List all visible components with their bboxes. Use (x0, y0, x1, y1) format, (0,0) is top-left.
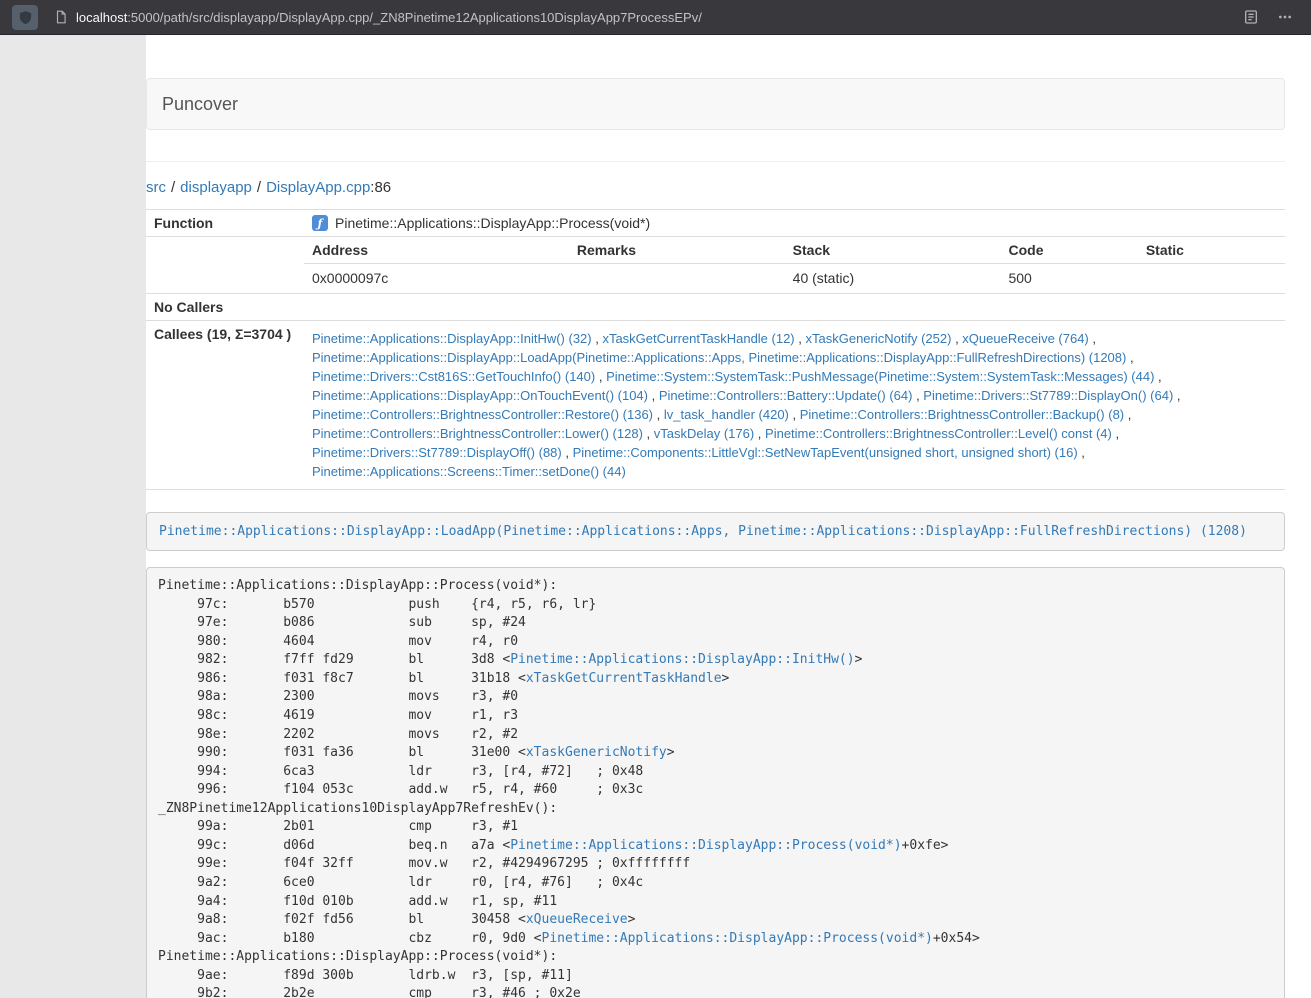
reader-view-icon (1243, 9, 1259, 25)
toolbar-actions (1243, 9, 1299, 25)
stats-value-remarks (569, 264, 785, 294)
callees-row: Callees (19, Σ=3704 ) Pinetime::Applicat… (146, 321, 1285, 490)
callee-link[interactable]: Pinetime::Applications::Screens::Timer::… (312, 464, 626, 479)
stats-table: Address Remarks Stack Code Static 0x0000… (304, 237, 1285, 293)
breadcrumb: src / displayapp / DisplayApp.cpp:86 (146, 179, 1285, 196)
browser-toolbar: localhost:5000/path/src/displayapp/Displ… (0, 0, 1311, 35)
breadcrumb-link-src[interactable]: src (146, 179, 166, 196)
breadcrumb-link-file[interactable]: DisplayApp.cpp (266, 179, 370, 196)
stats-header-stack: Stack (785, 237, 1001, 264)
stats-header-static: Static (1138, 237, 1285, 264)
breadcrumb-separator: / (171, 179, 175, 196)
stats-header-code: Code (1000, 237, 1137, 264)
callee-link[interactable]: Pinetime::System::SystemTask::PushMessag… (606, 369, 1154, 384)
stats-header-address: Address (304, 237, 569, 264)
callee-link[interactable]: Pinetime::Applications::DisplayApp::Init… (312, 331, 592, 346)
callee-link[interactable]: Pinetime::Controllers::BrightnessControl… (800, 407, 1124, 422)
stats-row-label (146, 237, 304, 294)
page-content: Puncover src / displayapp / DisplayApp.cpp:8… (146, 35, 1285, 998)
callee-link[interactable]: xQueueReceive (764) (962, 331, 1088, 346)
stats-value-stack: 40 (static) (785, 264, 1001, 294)
no-callers-label: No Callers (146, 294, 304, 321)
shield-icon (18, 10, 33, 25)
callee-link[interactable]: Pinetime::Components::LittleVgl::SetNewT… (573, 445, 1078, 460)
divider (146, 161, 1285, 162)
address-bar[interactable]: localhost:5000/path/src/displayapp/Displ… (48, 4, 1233, 30)
callee-link[interactable]: Pinetime::Applications::DisplayApp::Load… (312, 350, 1126, 365)
stats-cell: Address Remarks Stack Code Static 0x0000… (304, 237, 1285, 294)
callee-link[interactable]: Pinetime::Controllers::Battery::Update()… (659, 388, 913, 403)
callee-link[interactable]: Pinetime::Controllers::BrightnessControl… (312, 407, 653, 422)
selected-callee-panel: Pinetime::Applications::DisplayApp::Load… (146, 512, 1285, 551)
function-row: Function ƒ Pinetime::Applications::Displa… (146, 210, 1285, 237)
app-navbar: Puncover (146, 78, 1285, 130)
reader-view-button[interactable] (1243, 9, 1259, 25)
stats-value-address: 0x0000097c (304, 264, 569, 294)
symbol-link[interactable]: xQueueReceive (526, 912, 628, 927)
breadcrumb-separator: / (257, 179, 261, 196)
stats-value-static (1138, 264, 1285, 294)
callee-link[interactable]: Pinetime::Controllers::BrightnessControl… (765, 426, 1112, 441)
callee-link[interactable]: Pinetime::Drivers::St7789::DisplayOff() … (312, 445, 562, 460)
stats-value-code: 500 (1000, 264, 1137, 294)
function-table: Function ƒPinetime::Applications::Displa… (146, 209, 1285, 490)
url-text: localhost:5000/path/src/displayapp/Displ… (76, 10, 702, 25)
stats-header-row: Address Remarks Stack Code Static (304, 237, 1285, 264)
disassembly-code: Pinetime::Applications::DisplayApp::Proc… (158, 578, 980, 998)
callee-link[interactable]: xTaskGenericNotify (252) (806, 331, 952, 346)
callee-link[interactable]: Pinetime::Controllers::BrightnessControl… (312, 426, 643, 441)
symbol-link[interactable]: Pinetime::Applications::DisplayApp::Init… (510, 652, 854, 667)
page-icon (54, 10, 68, 24)
callee-link[interactable]: vTaskDelay (176) (654, 426, 754, 441)
shield-button[interactable] (12, 5, 38, 30)
function-row-label: Function (146, 210, 304, 237)
callee-link[interactable]: Pinetime::Drivers::St7789::DisplayOn() (… (923, 388, 1173, 403)
symbol-link[interactable]: xTaskGenericNotify (526, 745, 667, 760)
url-path: :5000/path/src/displayapp/DisplayApp.cpp… (127, 10, 702, 25)
callees-list: Pinetime::Applications::DisplayApp::Init… (304, 321, 1285, 490)
stats-value-row: 0x0000097c 40 (static) 500 (304, 264, 1285, 294)
left-gutter (0, 35, 146, 998)
symbol-link[interactable]: xTaskGetCurrentTaskHandle (526, 671, 722, 686)
callee-link[interactable]: Pinetime::Applications::DisplayApp::OnTo… (312, 388, 648, 403)
stats-header-remarks: Remarks (569, 237, 785, 264)
url-host: localhost (76, 10, 127, 25)
callee-link[interactable]: xTaskGetCurrentTaskHandle (12) (602, 331, 794, 346)
breadcrumb-link-displayapp[interactable]: displayapp (180, 179, 252, 196)
callee-link[interactable]: lv_task_handler (420) (664, 407, 789, 422)
no-callers-row: No Callers (146, 294, 1285, 321)
no-callers-cell (304, 294, 1285, 321)
callees-label: Callees (19, Σ=3704 ) (146, 321, 304, 490)
app-brand[interactable]: Puncover (162, 94, 238, 115)
breadcrumb-line-number: :86 (370, 179, 391, 196)
stats-row: Address Remarks Stack Code Static 0x0000… (146, 237, 1285, 294)
function-name: Pinetime::Applications::DisplayApp::Proc… (335, 215, 650, 231)
menu-button[interactable] (1277, 9, 1293, 25)
symbol-link[interactable]: Pinetime::Applications::DisplayApp::Proc… (510, 838, 901, 853)
function-name-cell: ƒ Pinetime::Applications::DisplayApp::Pro… (304, 210, 1285, 237)
callee-link[interactable]: Pinetime::Drivers::Cst816S::GetTouchInfo… (312, 369, 595, 384)
selected-callee-link[interactable]: Pinetime::Applications::DisplayApp::Load… (159, 524, 1247, 539)
symbol-link[interactable]: Pinetime::Applications::DisplayApp::Proc… (542, 931, 933, 946)
disassembly: Pinetime::Applications::DisplayApp::Proc… (146, 567, 1285, 998)
function-icon: ƒ (312, 215, 328, 231)
ellipsis-icon (1277, 9, 1293, 25)
